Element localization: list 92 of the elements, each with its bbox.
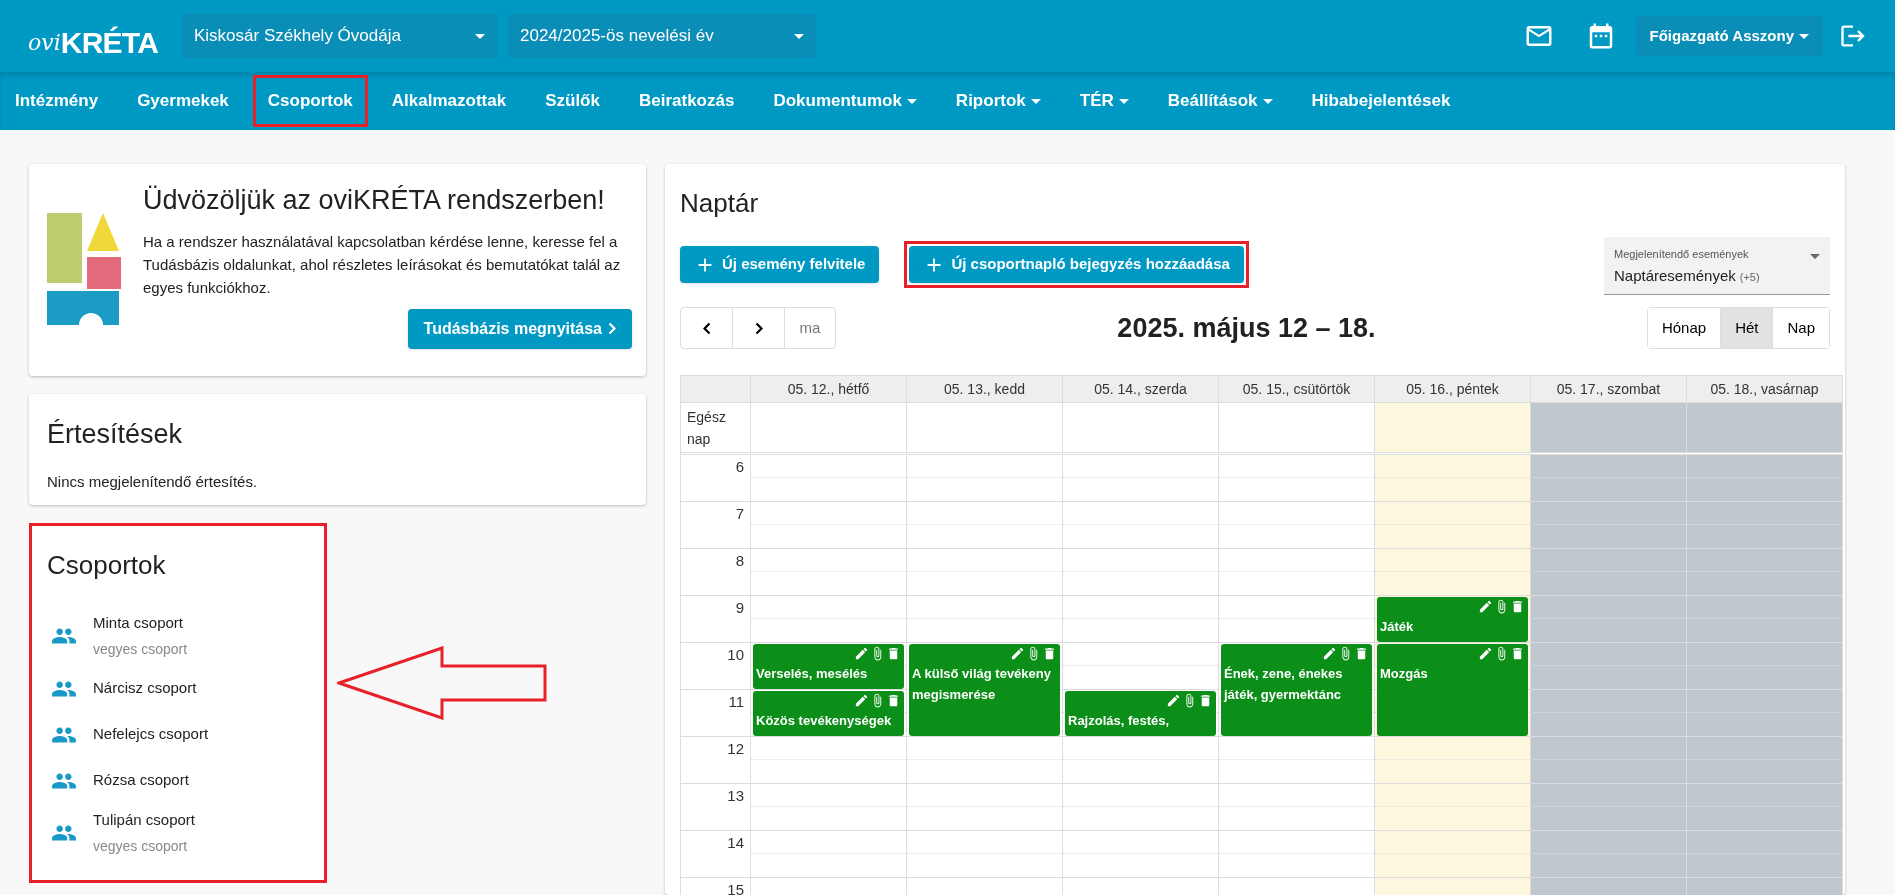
edit-icon[interactable] xyxy=(1010,646,1025,661)
nav-item[interactable]: TÉR xyxy=(1064,75,1144,127)
caret-icon xyxy=(1810,254,1820,259)
group-name: Rózsa csoport xyxy=(93,770,189,791)
view-tab[interactable]: Hét xyxy=(1720,308,1773,348)
filter-count: (+5) xyxy=(1739,269,1760,285)
hour-label: 11 xyxy=(728,692,744,712)
calendar-event[interactable]: Játék xyxy=(1377,597,1528,642)
delete-icon[interactable] xyxy=(1510,646,1525,661)
caret-icon xyxy=(1118,98,1129,104)
group-type: vegyes csoport xyxy=(93,639,188,659)
nav-item[interactable]: Szülők xyxy=(530,75,615,127)
delete-icon[interactable] xyxy=(886,693,901,708)
calendar-event[interactable]: Rajzolás, festés, xyxy=(1065,691,1216,736)
edit-icon[interactable] xyxy=(1322,646,1337,661)
group-item[interactable]: Minta csoport vegyes csoport xyxy=(47,607,309,665)
event-title: Rajzolás, festés, xyxy=(1068,712,1171,730)
delete-icon[interactable] xyxy=(1042,646,1057,661)
event-title: Ének, zene, énekes játék, gyermektánc xyxy=(1224,665,1344,704)
caret-icon xyxy=(1030,98,1041,104)
filter-label: Megjelenítendő események xyxy=(1614,247,1750,262)
calendar-event[interactable]: Közös tevékenységek xyxy=(753,691,904,736)
group-name: Nefelejcs csoport xyxy=(93,724,209,745)
group-type: vegyes csoport xyxy=(93,836,189,856)
hour-label: 10 xyxy=(727,645,744,665)
delete-icon[interactable] xyxy=(886,646,901,661)
nav-item[interactable]: Intézmény xyxy=(0,75,114,127)
caret-icon xyxy=(794,33,804,39)
chevron-left-icon xyxy=(702,321,711,335)
edit-icon[interactable] xyxy=(1478,599,1493,614)
chevron-right-icon xyxy=(754,321,763,335)
calendar-event[interactable]: Mozgás xyxy=(1377,644,1528,736)
delete-icon[interactable] xyxy=(1354,646,1369,661)
add-event-button[interactable]: Új csoportnapló bejegyzés hozzáadása xyxy=(904,241,1249,288)
caret-icon xyxy=(1799,33,1809,39)
notifications-title: Értesítések xyxy=(47,418,184,451)
nav-item[interactable]: Csoportok xyxy=(252,75,368,127)
event-title: Mozgás xyxy=(1380,665,1429,683)
logo-name: KRÉTA xyxy=(60,28,159,58)
edit-icon[interactable] xyxy=(1166,693,1181,708)
welcome-title: Üdvözöljük az oviKRÉTA rendszerben! xyxy=(143,184,606,217)
delete-icon[interactable] xyxy=(1198,693,1213,708)
nav-item[interactable]: Riportok xyxy=(940,75,1056,127)
view-tab[interactable]: Nap xyxy=(1772,308,1829,348)
edit-icon[interactable] xyxy=(1478,646,1493,661)
nav-item[interactable]: Beállítások xyxy=(1152,75,1288,127)
date-range-title: 2025. május 12 – 18. xyxy=(1116,311,1377,345)
hour-label: 13 xyxy=(727,786,744,806)
hour-label: 6 xyxy=(735,457,744,477)
group-item[interactable]: Tulipán csoport vegyes csoport xyxy=(47,804,309,862)
hour-label: 12 xyxy=(727,739,744,759)
caret-icon xyxy=(1262,98,1273,104)
calendar-event[interactable]: Verselés, mesélés xyxy=(753,644,904,689)
nav-item[interactable]: Dokumentumok xyxy=(758,75,932,127)
logo-prefix: ovi xyxy=(28,32,61,54)
hour-label: 15 xyxy=(727,880,744,895)
empty-message: Nincs megjelenítendő értesítés. xyxy=(47,471,259,492)
delete-icon[interactable] xyxy=(1510,599,1525,614)
filter-value: Naptáresemények xyxy=(1614,265,1736,286)
knowledge-base-button[interactable]: Tudásbázis megnyitása xyxy=(407,308,632,349)
caret-icon xyxy=(475,33,485,39)
caret-icon xyxy=(906,98,917,104)
edit-icon[interactable] xyxy=(854,646,869,661)
group-item[interactable]: Rózsa csoport xyxy=(47,758,309,803)
hour-label: 14 xyxy=(727,833,744,853)
calendar-event[interactable]: Ének, zene, énekes játék, gyermektánc xyxy=(1221,644,1372,736)
calendar-event[interactable]: A külső világ tevékeny megismerése xyxy=(909,644,1060,736)
event-filter-select[interactable]: Megjelenítendő események Naptáresemények (+5) xyxy=(1604,237,1830,295)
group-name: Minta csoport xyxy=(93,613,185,634)
nav-item[interactable]: Hibabejelentések xyxy=(1296,75,1466,127)
hour-label: 9 xyxy=(735,598,744,618)
groups-title: Csoportok xyxy=(47,549,167,582)
edit-icon[interactable] xyxy=(854,693,869,708)
event-title: A külső világ tevékeny megismerése xyxy=(912,665,1052,704)
welcome-text: Ha a rendszer használatával kapcsolatban kérdése lenne, keresse fel a Tudásbázis oldalunkat, ahol részletes leírásokat és bemutatókat talál az egyes funkciókhoz. xyxy=(143,231,622,298)
institution-select[interactable]: Kiskosár Székhely Óvodája xyxy=(182,14,497,58)
group-name: Tulipán csoport xyxy=(93,810,195,831)
year-select[interactable]: 2024/2025-ös nevelési év xyxy=(508,14,816,58)
nav-item[interactable]: Gyermekek xyxy=(122,75,244,127)
event-title: Közös tevékenységek xyxy=(756,712,893,730)
nav-item[interactable]: Alkalmazottak xyxy=(376,75,522,127)
event-title: Játék xyxy=(1380,618,1415,636)
group-item[interactable]: Nefelejcs csoport xyxy=(47,712,309,757)
hour-label: 7 xyxy=(735,504,744,524)
nav-item[interactable]: Beiratkozás xyxy=(623,75,750,127)
calendar-title: Naptár xyxy=(680,187,760,220)
chevron-right-icon xyxy=(608,322,616,336)
group-name: Nárcisz csoport xyxy=(93,678,197,699)
group-item[interactable]: Nárcisz csoport xyxy=(47,666,309,711)
hour-label: 8 xyxy=(735,551,744,571)
user-menu[interactable]: Főigazgató Asszony xyxy=(1635,16,1823,56)
event-title: Verselés, mesélés xyxy=(756,665,869,683)
